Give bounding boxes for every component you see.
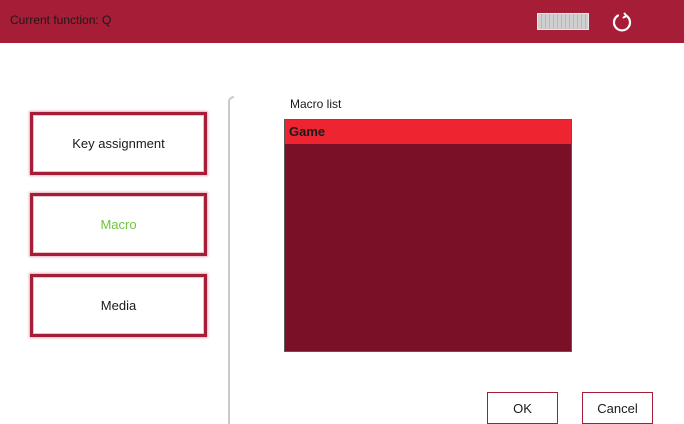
current-function-label: Current function: Q — [10, 13, 112, 27]
macro-list[interactable]: Game — [284, 119, 572, 352]
cancel-button[interactable]: Cancel — [582, 392, 653, 424]
macro-list-label: Macro list — [290, 97, 342, 111]
refresh-icon[interactable] — [611, 11, 633, 33]
macro-label: Macro — [100, 217, 137, 232]
keyboard-icon — [537, 13, 589, 30]
media-label: Media — [100, 298, 137, 313]
macro-list-item[interactable]: Game — [285, 120, 571, 144]
macro-button[interactable]: Macro — [30, 193, 207, 256]
section-divider — [228, 96, 234, 424]
key-assignment-button[interactable]: Key assignment — [30, 112, 207, 175]
media-button[interactable]: Media — [30, 274, 207, 337]
ok-button[interactable]: OK — [487, 392, 558, 424]
title-bar: Current function: Q — [0, 0, 684, 43]
key-assignment-label: Key assignment — [72, 136, 165, 151]
